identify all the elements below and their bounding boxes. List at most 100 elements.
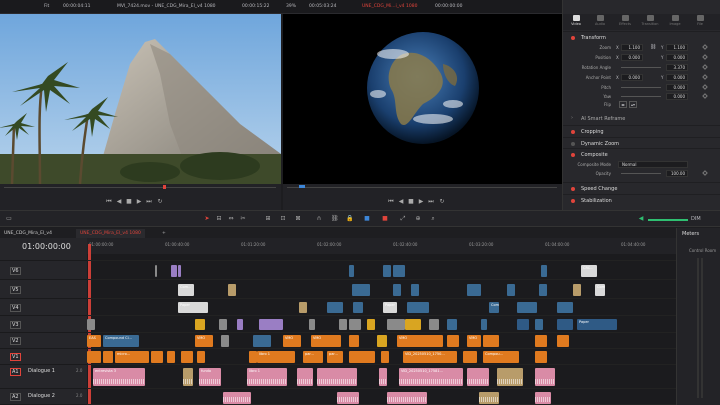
lane-v2[interactable]: EAS Compound Cl... VMO VMO VMO VMO VMO [87, 333, 676, 349]
source-viewer[interactable] [0, 14, 281, 185]
enable-dot[interactable] [571, 141, 575, 146]
video-clip[interactable] [349, 335, 359, 347]
video-clip[interactable] [155, 265, 157, 277]
keyframe-icon[interactable] [702, 74, 708, 80]
audio-clip[interactable] [379, 368, 387, 386]
dynamic-zoom-section[interactable]: Dynamic Zoom [563, 137, 720, 147]
video-clip[interactable]: VMO [195, 335, 213, 347]
video-clip[interactable]: VMO [397, 335, 443, 347]
volume-slider[interactable] [648, 219, 688, 221]
trim-tool-icon[interactable]: ⊟ [216, 216, 222, 222]
video-clip[interactable]: Com... [489, 302, 499, 313]
pitch-field[interactable]: 0.000 [666, 84, 688, 91]
video-clip[interactable] [171, 265, 177, 277]
skip-back-icon[interactable]: ⏮ [106, 199, 112, 205]
video-clip[interactable]: Paper [383, 302, 397, 313]
cropping-section[interactable]: Cropping [563, 125, 720, 135]
skip-back-icon-2[interactable]: ⏮ [388, 199, 394, 205]
zoom-detail-icon[interactable]: ⊕ [415, 216, 421, 222]
video-clip[interactable] [103, 351, 113, 363]
video-clip[interactable] [352, 284, 370, 296]
video-clip[interactable] [87, 351, 101, 363]
video-clip[interactable] [151, 351, 163, 363]
audio-clip[interactable] [387, 392, 427, 404]
dim-button[interactable]: DIM [691, 216, 701, 222]
timeline-name[interactable]: UNE_CDG_Mi...i_v4 1080 [362, 4, 417, 9]
lane-v6[interactable]: CRC... [87, 261, 676, 280]
keyframe-icon[interactable] [702, 54, 708, 60]
yaw-field[interactable]: 0.000 [666, 93, 688, 100]
video-clip[interactable] [517, 302, 537, 313]
video-clip[interactable]: libro 1 [257, 351, 295, 363]
position-x-field[interactable]: 0.000 [621, 54, 643, 61]
video-clip[interactable] [411, 284, 419, 296]
video-clip[interactable]: EAS [87, 335, 101, 347]
position-lock-icon[interactable]: 🔒 [346, 216, 353, 222]
video-clip[interactable] [349, 265, 354, 277]
video-clip[interactable] [367, 319, 375, 330]
lane-v7[interactable] [87, 254, 676, 261]
video-clip[interactable] [249, 351, 257, 363]
video-clip[interactable]: Compou... [483, 351, 519, 363]
enable-dot[interactable] [571, 129, 575, 134]
stop-icon[interactable]: ■ [126, 199, 132, 205]
play-icon-2[interactable]: ▶ [418, 199, 424, 205]
ai-reframe-section[interactable]: › AI Smart Reframe [563, 113, 720, 123]
timeline-viewer[interactable] [283, 14, 562, 184]
video-clip[interactable] [573, 284, 581, 296]
video-clip[interactable]: VMO [283, 335, 301, 347]
audio-clip[interactable] [297, 368, 313, 386]
video-clip[interactable] [393, 284, 401, 296]
video-clip[interactable]: par... [327, 351, 343, 363]
lane-v1[interactable]: micro... libro 1 par... par... VID_20250510_… [87, 349, 676, 365]
video-clip[interactable]: Compound Cl... [103, 335, 139, 347]
video-clip[interactable] [481, 319, 487, 330]
video-clip[interactable] [383, 265, 391, 277]
fit-dropdown[interactable]: Fit [44, 4, 49, 9]
keyframe-icon[interactable] [702, 84, 708, 90]
flip-vertical-icon[interactable]: ▴▾ [629, 101, 637, 108]
video-clip[interactable] [349, 319, 361, 330]
video-clip[interactable] [299, 302, 307, 313]
audio-clip[interactable] [183, 368, 193, 386]
replace-clip-icon[interactable]: ⊠ [295, 216, 301, 222]
play-reverse-icon[interactable]: ◀ [116, 199, 122, 205]
video-clip[interactable] [87, 319, 95, 330]
play-icon[interactable]: ▶ [136, 199, 142, 205]
video-clip[interactable] [541, 265, 547, 277]
audio-clip[interactable] [535, 368, 555, 386]
video-clip[interactable] [353, 302, 363, 313]
video-clip[interactable] [507, 284, 515, 296]
video-clip[interactable] [535, 319, 543, 330]
video-clip[interactable] [557, 335, 569, 347]
zoom-y-field[interactable]: 1.100 [666, 44, 688, 51]
video-clip[interactable] [339, 319, 347, 330]
selection-tool-icon[interactable]: ➤ [204, 216, 210, 222]
audio-clip[interactable] [317, 368, 357, 386]
video-clip[interactable]: Com... [178, 284, 194, 296]
audio-clip[interactable]: fundo [199, 368, 221, 386]
video-clip[interactable] [228, 284, 236, 296]
video-clip[interactable]: micro... [115, 351, 149, 363]
skip-forward-icon[interactable]: ⏭ [146, 199, 152, 205]
keyframe-icon[interactable] [702, 170, 708, 176]
rotation-field[interactable]: 3.370 [666, 64, 688, 71]
loop-icon-2[interactable]: ↻ [439, 199, 445, 205]
video-clip[interactable]: VID_20250510_1750... [403, 351, 457, 363]
zoom-full-icon[interactable]: ⤢ [400, 216, 406, 222]
tab-transition[interactable]: Transition [641, 15, 659, 29]
speed-change-section[interactable]: Speed Change [563, 182, 720, 192]
video-clip[interactable]: par... [303, 351, 323, 363]
flag-icon[interactable]: ■ [364, 216, 370, 222]
audio-clip[interactable] [223, 392, 251, 404]
audio-clip[interactable] [497, 368, 523, 386]
composite-section[interactable]: Composite [563, 148, 720, 158]
video-clip[interactable] [393, 265, 405, 277]
video-clip[interactable]: VMO [311, 335, 341, 347]
timeline-ruler[interactable]: 01:00:00:00 01:00:40:00 01:01:20:00 01:02:0… [87, 238, 676, 254]
enable-dot[interactable] [571, 152, 575, 157]
source-playhead[interactable] [163, 185, 166, 189]
video-clip[interactable] [219, 319, 227, 330]
timeline-tab-1[interactable]: UNE_CDG_Mira_El_v4 [0, 229, 56, 238]
marker-icon[interactable]: ■ [382, 216, 388, 222]
